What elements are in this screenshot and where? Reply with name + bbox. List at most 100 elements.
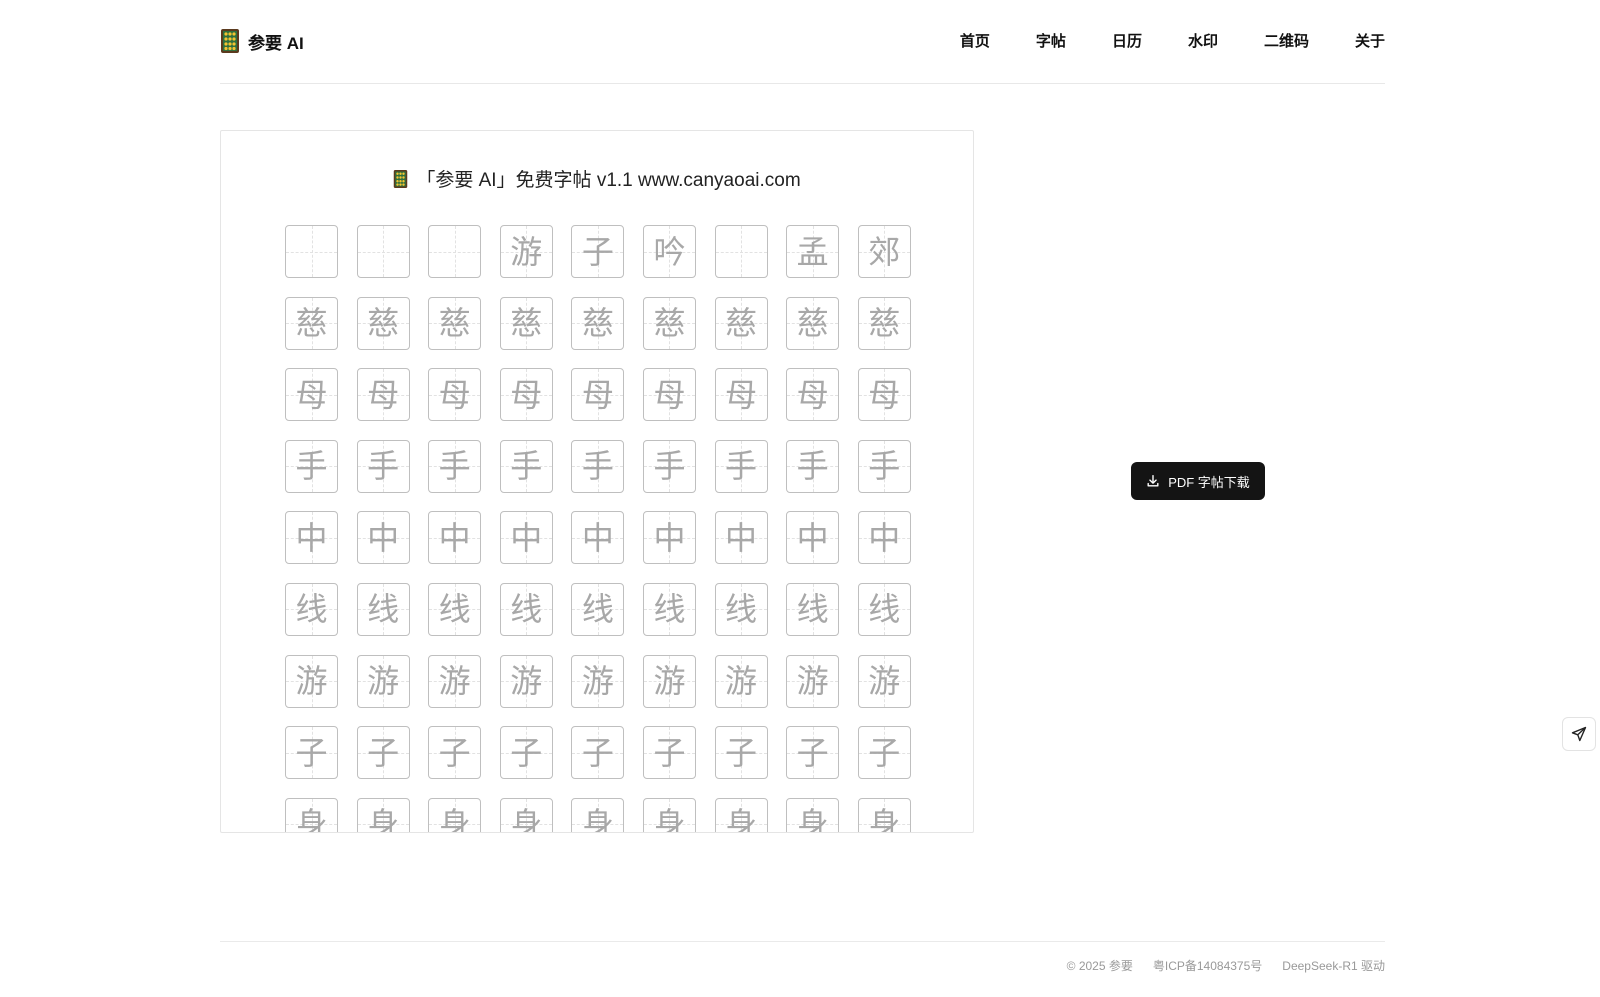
practice-cell: 身 bbox=[571, 797, 625, 833]
practice-cell: 游 bbox=[356, 654, 410, 708]
practice-character: 慈 bbox=[581, 304, 614, 343]
practice-character: 中 bbox=[367, 518, 400, 557]
pdf-download-button[interactable]: PDF 字帖下载 bbox=[1131, 462, 1265, 500]
practice-cell: 线 bbox=[714, 582, 768, 636]
nav-home[interactable]: 首页 bbox=[960, 30, 990, 51]
practice-character: 母 bbox=[653, 375, 686, 414]
practice-cell: 游 bbox=[571, 654, 625, 708]
practice-cell: 游 bbox=[642, 654, 696, 708]
practice-cell bbox=[714, 225, 768, 278]
site-footer: © 2025 参要 粤ICP备14084375号 DeepSeek-R1 驱动 bbox=[220, 941, 1385, 973]
practice-cell: 游 bbox=[499, 654, 553, 708]
practice-character: 子 bbox=[367, 733, 400, 772]
site-header: 参要 AI 首页 字帖 日历 水印 二维码 关于 bbox=[220, 0, 1385, 84]
practice-cell: 中 bbox=[285, 511, 338, 565]
practice-cell: 子 bbox=[642, 726, 696, 780]
practice-cell: 线 bbox=[285, 582, 338, 636]
practice-character: 身 bbox=[653, 805, 686, 833]
practice-cell: 慈 bbox=[356, 296, 410, 350]
nav-about[interactable]: 关于 bbox=[1355, 30, 1385, 51]
practice-cell: 身 bbox=[499, 797, 553, 832]
practice-cell: 线 bbox=[499, 582, 553, 636]
practice-cell: 中 bbox=[786, 511, 840, 565]
practice-character: 线 bbox=[510, 590, 543, 629]
practice-character: 游 bbox=[295, 662, 328, 701]
practice-cell: 子 bbox=[571, 225, 625, 278]
practice-cell: 身 bbox=[356, 797, 410, 832]
brand-name: 参要 AI bbox=[248, 33, 304, 53]
practice-character: 慈 bbox=[438, 304, 471, 343]
practice-character: 子 bbox=[295, 733, 328, 772]
practice-character: 线 bbox=[653, 590, 686, 629]
feedback-send-button[interactable] bbox=[1562, 717, 1596, 751]
practice-character: 母 bbox=[295, 375, 328, 414]
nav-calendar[interactable]: 日历 bbox=[1112, 30, 1142, 51]
practice-character: 身 bbox=[796, 805, 829, 833]
nav-qrcode[interactable]: 二维码 bbox=[1264, 30, 1309, 51]
footer-icp-link[interactable]: 粤ICP备14084375号 bbox=[1153, 957, 1262, 974]
practice-character: 中 bbox=[868, 518, 901, 557]
practice-cell: 手 bbox=[642, 439, 696, 493]
practice-character: 线 bbox=[367, 590, 400, 629]
practice-cell: 子 bbox=[499, 726, 553, 780]
practice-cell: 母 bbox=[285, 368, 338, 422]
practice-cell bbox=[428, 225, 482, 278]
practice-character: 身 bbox=[581, 805, 614, 833]
practice-character: 子 bbox=[653, 733, 686, 772]
practice-cell: 母 bbox=[428, 368, 482, 422]
practice-character: 中 bbox=[581, 518, 614, 557]
practice-cell: 线 bbox=[428, 582, 482, 636]
practice-cell bbox=[356, 225, 410, 278]
practice-character: 游 bbox=[510, 662, 543, 701]
practice-character: 线 bbox=[581, 590, 614, 629]
practice-character: 游 bbox=[367, 662, 400, 701]
practice-cell: 手 bbox=[356, 439, 410, 493]
practice-character: 子 bbox=[725, 733, 758, 772]
practice-cell: 中 bbox=[857, 511, 911, 565]
practice-character: 慈 bbox=[510, 304, 543, 343]
practice-character: 母 bbox=[581, 375, 614, 414]
practice-cell: 慈 bbox=[428, 296, 482, 350]
practice-character: 手 bbox=[653, 447, 686, 486]
practice-cell: 子 bbox=[786, 726, 840, 780]
practice-cell: 游 bbox=[285, 654, 338, 708]
practice-cell: 母 bbox=[786, 368, 840, 422]
copybook-preview: 「参要 AI」免费字帖 v1.1 www.canyaoai.com 游子吟孟郊慈… bbox=[220, 130, 974, 833]
practice-cell: 线 bbox=[571, 582, 625, 636]
practice-character: 母 bbox=[438, 375, 471, 414]
abacus-icon bbox=[394, 169, 408, 188]
practice-cell: 慈 bbox=[571, 296, 625, 350]
practice-character: 子 bbox=[581, 232, 614, 271]
brand-logo[interactable]: 参要 AI bbox=[220, 28, 304, 54]
copybook-title: 「参要 AI」免费字帖 v1.1 www.canyaoai.com bbox=[221, 165, 973, 192]
practice-cell: 线 bbox=[642, 582, 696, 636]
practice-cell: 游 bbox=[786, 654, 840, 708]
practice-character: 手 bbox=[367, 447, 400, 486]
practice-cell: 线 bbox=[857, 582, 911, 636]
practice-cell: 中 bbox=[642, 511, 696, 565]
practice-character: 子 bbox=[581, 733, 614, 772]
practice-cell: 身 bbox=[857, 797, 911, 832]
practice-character: 游 bbox=[438, 662, 471, 701]
practice-cell: 母 bbox=[642, 368, 696, 422]
nav-copybook[interactable]: 字帖 bbox=[1036, 30, 1066, 51]
practice-cell: 游 bbox=[499, 225, 553, 278]
practice-cell: 手 bbox=[499, 439, 553, 493]
practice-cell: 孟 bbox=[786, 225, 840, 278]
practice-cell: 子 bbox=[857, 726, 911, 780]
practice-character: 母 bbox=[510, 375, 543, 414]
practice-cell: 慈 bbox=[786, 296, 840, 350]
practice-cell: 母 bbox=[356, 368, 410, 422]
practice-character: 慈 bbox=[796, 304, 829, 343]
nav-watermark[interactable]: 水印 bbox=[1188, 30, 1218, 51]
practice-cell: 慈 bbox=[714, 296, 768, 350]
practice-character: 慈 bbox=[653, 304, 686, 343]
practice-character: 线 bbox=[868, 590, 901, 629]
practice-character: 慈 bbox=[868, 304, 901, 343]
practice-character: 手 bbox=[725, 447, 758, 486]
practice-cell: 身 bbox=[714, 797, 768, 832]
main-nav: 首页 字帖 日历 水印 二维码 关于 bbox=[914, 30, 1385, 51]
practice-character: 游 bbox=[796, 662, 829, 701]
practice-character: 游 bbox=[653, 662, 686, 701]
practice-character: 母 bbox=[725, 375, 758, 414]
